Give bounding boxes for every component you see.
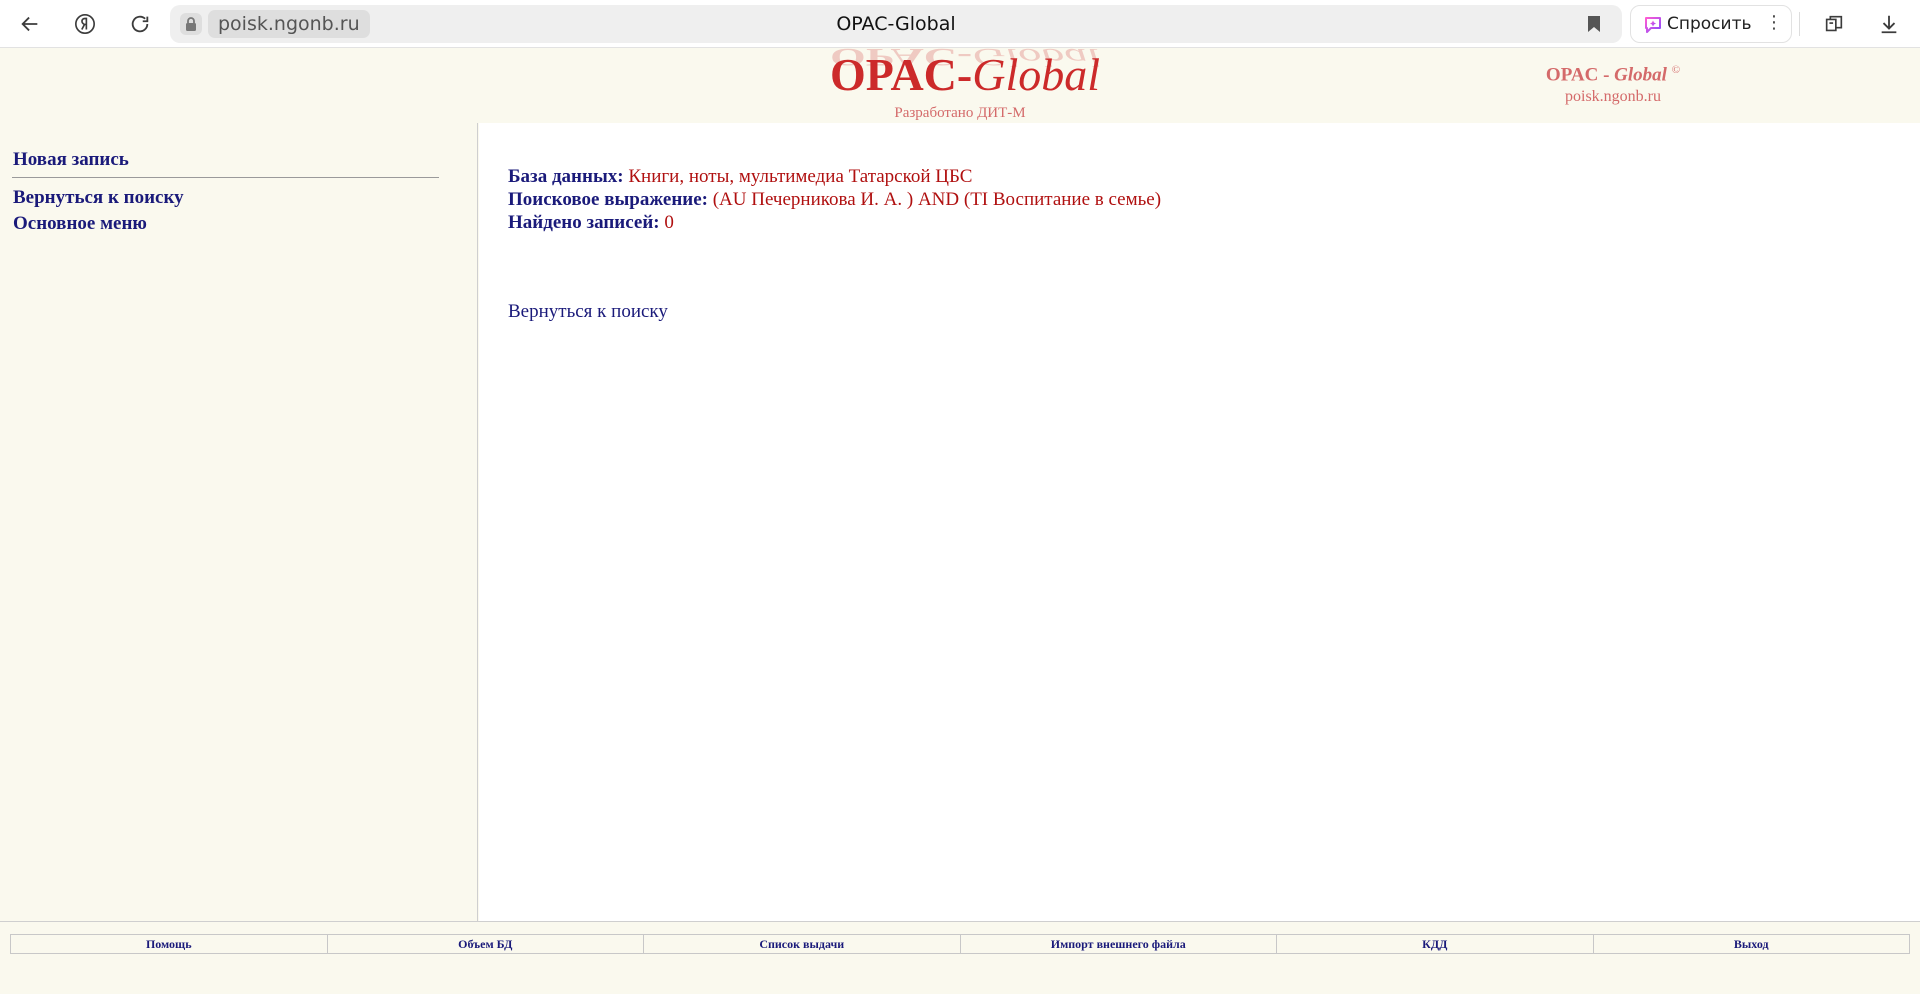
footer-exit-link[interactable]: Выход [1594,935,1910,953]
new-record-link[interactable]: Новая запись [13,149,129,171]
developer-credit: Разработано ДИТ-М [894,105,1026,121]
page-header: OPAC-Global OPAC-Global Разработано ДИТ-… [0,43,1920,123]
footer-kdd-link[interactable]: КДД [1277,935,1594,953]
footer-import-file-link[interactable]: Импорт внешнего файла [961,935,1277,953]
footer-checkout-list-link[interactable]: Список выдачи [644,935,961,953]
logo-text: OPAC-Global [830,48,1100,101]
database-line: База данных: Книги, ноты, мультимедиа Та… [508,166,972,188]
ask-button[interactable]: Спросить ⋮ [1630,5,1792,43]
address-bar[interactable]: poisk.ngonb.ru OPAC-Global [170,5,1622,43]
query-label: Поисковое выражение: [508,189,708,210]
back-icon[interactable] [12,6,48,42]
footer-menu: Помощь Объем БД Список выдачи Импорт вне… [10,934,1910,954]
footer-db-volume-link[interactable]: Объем БД [328,935,644,953]
footer-help-link[interactable]: Помощь [11,935,328,953]
main-menu-link[interactable]: Основное меню [13,213,147,235]
ask-label: Спросить [1667,14,1752,34]
brand-title: OPAC - Global © [1545,64,1681,86]
more-icon[interactable]: ⋮ [1765,12,1783,33]
toolbar-divider [1799,12,1800,36]
tabs-icon[interactable] [1816,6,1852,42]
found-label: Найдено записей: [508,212,660,233]
lock-icon[interactable] [180,13,202,35]
database-value: Книги, ноты, мультимедиа Татарской ЦБС [628,166,973,187]
sidebar-divider [12,177,439,178]
yandex-icon[interactable] [67,6,103,42]
query-value: (AU Печерникова И. А. ) AND (TI Воспитан… [712,189,1162,210]
search-result-panel: База данных: Книги, ноты, мультимедиа Та… [479,123,1920,921]
logo-global: Global [972,49,1101,100]
brand-block: OPAC - Global © poisk.ngonb.ru [1500,64,1726,106]
sidebar: Новая запись Вернуться к поиску Основное… [0,123,478,921]
download-icon[interactable] [1871,6,1907,42]
ask-icon [1645,17,1661,33]
brand-domain: poisk.ngonb.ru [1565,88,1661,106]
browser-toolbar: poisk.ngonb.ru OPAC-Global Спросить ⋮ [0,0,1920,48]
database-label: База данных: [508,166,624,187]
domain-label[interactable]: poisk.ngonb.ru [208,10,370,38]
page-title: OPAC-Global [836,13,956,35]
query-line: Поисковое выражение: (AU Печерникова И. … [508,189,1161,211]
logo-opac: OPAC- [830,49,973,100]
found-count: 0 [664,212,674,233]
bookmark-icon[interactable] [1584,14,1604,34]
found-line: Найдено записей: 0 [508,212,674,234]
footer-nav: Помощь Объем БД Список выдачи Импорт вне… [0,921,1920,994]
back-to-search-main-link[interactable]: Вернуться к поиску [508,301,668,323]
back-to-search-link[interactable]: Вернуться к поиску [13,187,184,209]
opac-logo: OPAC-Global OPAC-Global [820,43,1100,108]
reload-icon[interactable] [122,6,158,42]
